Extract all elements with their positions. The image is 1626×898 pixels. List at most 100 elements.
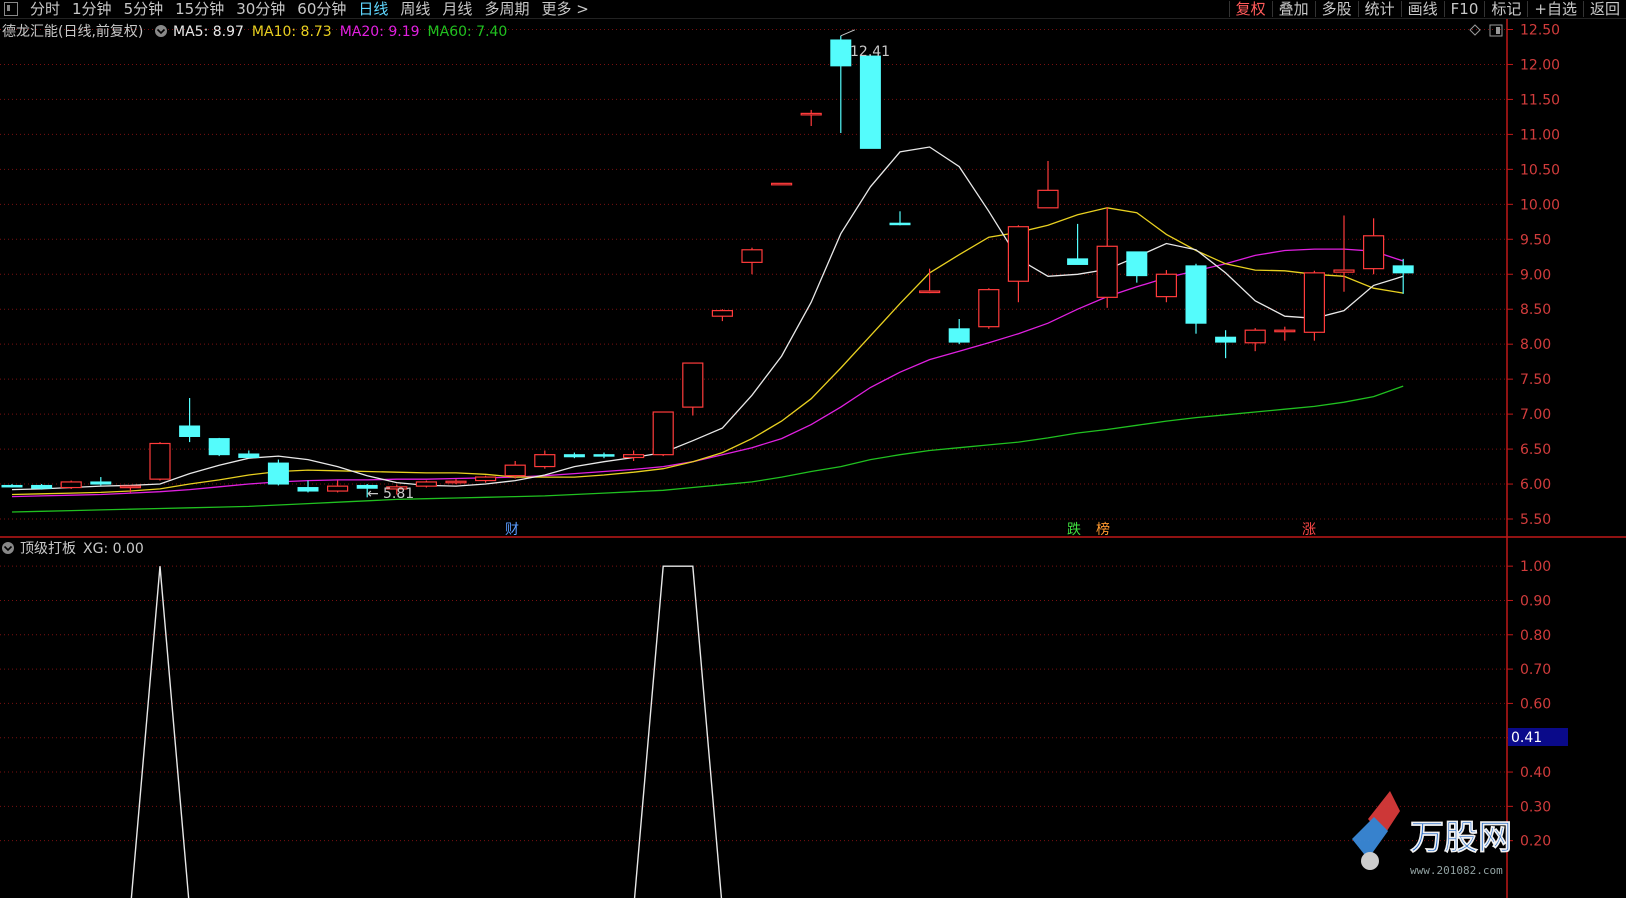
event-marker-drop[interactable]: 跌: [1067, 522, 1081, 538]
ma60-label: MA60: 7.40: [428, 24, 508, 40]
indicator-tick-label: 0.70: [1520, 662, 1551, 678]
candle-body-up: [445, 480, 467, 484]
candle-body-up: [978, 289, 1000, 328]
tab-10[interactable]: 更多 >: [535, 1, 594, 17]
toolbar-button-5[interactable]: F10: [1443, 1, 1485, 17]
watermark-brand: 万股网: [1410, 818, 1512, 858]
candle-body-down: [593, 454, 615, 457]
ma-legend: MA5: 8.97 MA10: 8.73 MA20: 9.19 MA60: 7.40: [173, 24, 507, 40]
candle-body-up: [918, 290, 941, 294]
candle: [208, 437, 230, 457]
candle: [978, 288, 1000, 329]
collapse-icon[interactable]: [155, 25, 167, 37]
candle-body-up: [741, 249, 763, 263]
candle-body-up: [1155, 273, 1178, 298]
event-marker-finance[interactable]: 财: [505, 522, 519, 538]
candle-body-up: [1244, 329, 1266, 344]
price-tick-label: 5.50: [1520, 512, 1551, 528]
candle-body-down: [948, 328, 970, 343]
candle-body-down: [267, 462, 289, 485]
price-tick-label: 6.50: [1520, 442, 1551, 458]
candle: [415, 480, 437, 488]
tab-8[interactable]: 月线: [436, 1, 478, 17]
candle-body-down: [1067, 258, 1089, 265]
candle: [1303, 270, 1326, 341]
toolbar-button-2[interactable]: 多股: [1314, 1, 1358, 17]
indicator-collapse-icon[interactable]: [2, 542, 14, 554]
candle-body-up: [711, 310, 734, 317]
candle: [60, 480, 82, 489]
candle-body-down: [859, 55, 881, 149]
low-price-marker: ← 5.81: [367, 486, 414, 502]
price-tick-label: 12.00: [1520, 57, 1560, 73]
watermark-url: www.201082.com: [1410, 864, 1503, 877]
candle-body-up: [149, 442, 171, 480]
tab-9[interactable]: 多周期: [478, 1, 535, 17]
price-tick-label: 10.00: [1520, 197, 1560, 213]
price-tick-label: 7.50: [1520, 372, 1551, 388]
candle: [859, 54, 881, 149]
candle-body-up: [1037, 189, 1059, 209]
tab-1[interactable]: 1分钟: [66, 1, 118, 17]
tab-7[interactable]: 周线: [394, 1, 436, 17]
indicator-tick-label: 0.60: [1520, 696, 1551, 712]
candle: [652, 411, 674, 457]
period-toolbar: 分时 1分钟 5分钟 15分钟 30分钟 60分钟 日线 周线 月线 多周期 更多 > 复权 叠加 多股…: [0, 0, 1626, 19]
candle: [1185, 263, 1207, 334]
candle-body-up: [770, 182, 793, 186]
candle-body-up: [1096, 245, 1118, 298]
candle-body-up: [475, 476, 497, 482]
indicator-tick-label: 0.20: [1520, 834, 1551, 850]
logo-figure-icon: [1361, 852, 1379, 870]
cursor-value: 0.41: [1511, 730, 1542, 746]
toolbar-button-4[interactable]: 画线: [1400, 1, 1444, 17]
tab-5[interactable]: 60分钟: [291, 1, 352, 17]
tab-6[interactable]: 日线: [352, 1, 394, 17]
tab-3[interactable]: 15分钟: [169, 1, 230, 17]
low-arrow: ←: [367, 486, 379, 502]
cursor-value-box: 0.41: [1508, 728, 1568, 746]
tab-4[interactable]: 30分钟: [230, 1, 291, 17]
indicator-tick-label: 0.80: [1520, 628, 1551, 644]
candle-body-down: [1215, 336, 1237, 343]
indicator-title: 顶级打板: [20, 540, 76, 557]
price-tick-label: 9.00: [1520, 267, 1551, 283]
candle-body-down: [297, 487, 319, 492]
indicator-tick-label: 1.00: [1520, 559, 1551, 575]
candle-body-down: [31, 484, 53, 489]
candle-body-up: [1274, 329, 1296, 333]
candle-body-up: [1362, 235, 1385, 270]
toolbar-button-7[interactable]: +自选: [1527, 1, 1583, 17]
ma20-label: MA20: 9.19: [340, 24, 420, 40]
event-marker-rise[interactable]: 涨: [1302, 522, 1316, 538]
event-marker-list[interactable]: 榜: [1096, 521, 1110, 538]
candle-body-up: [1007, 226, 1030, 282]
stock-chart[interactable]: 12.50 12.00 11.50 11.00 10.50 10.00 9.50 9.00 8.…: [0, 19, 1626, 898]
tab-2[interactable]: 5分钟: [118, 1, 170, 17]
toolbar-button-6[interactable]: 标记: [1484, 1, 1527, 17]
price-tick-label: 12.50: [1520, 22, 1560, 38]
toolbar-buttons: 复权 叠加 多股 统计 画线 F10 标记 +自选 返回: [1228, 0, 1626, 18]
ma10-label: MA10: 8.73: [252, 24, 332, 40]
menu-icon[interactable]: [4, 2, 18, 16]
candle-body-up: [534, 454, 556, 468]
toolbar-button-3[interactable]: 统计: [1357, 1, 1401, 17]
candle-body-down: [238, 453, 260, 458]
candle: [267, 459, 289, 486]
candle-body-down: [179, 425, 201, 437]
candle: [682, 362, 704, 416]
candle-body-down: [1185, 265, 1207, 324]
candle-body-up: [800, 112, 822, 116]
high-price-label: 12.41: [850, 44, 890, 60]
candle-body-down: [830, 39, 852, 67]
chart-background: [0, 19, 1626, 898]
low-price-label: 5.81: [383, 486, 414, 502]
candle-body-up: [652, 411, 674, 456]
candle-body-up: [415, 481, 437, 487]
candle-body-up: [60, 481, 82, 489]
toolbar-button-1[interactable]: 叠加: [1271, 1, 1315, 17]
toolbar-button-0[interactable]: 复权: [1228, 1, 1272, 17]
toolbar-button-8[interactable]: 返回: [1582, 1, 1626, 17]
tab-0[interactable]: 分时: [24, 1, 66, 17]
price-tick-label: 8.50: [1520, 302, 1551, 318]
